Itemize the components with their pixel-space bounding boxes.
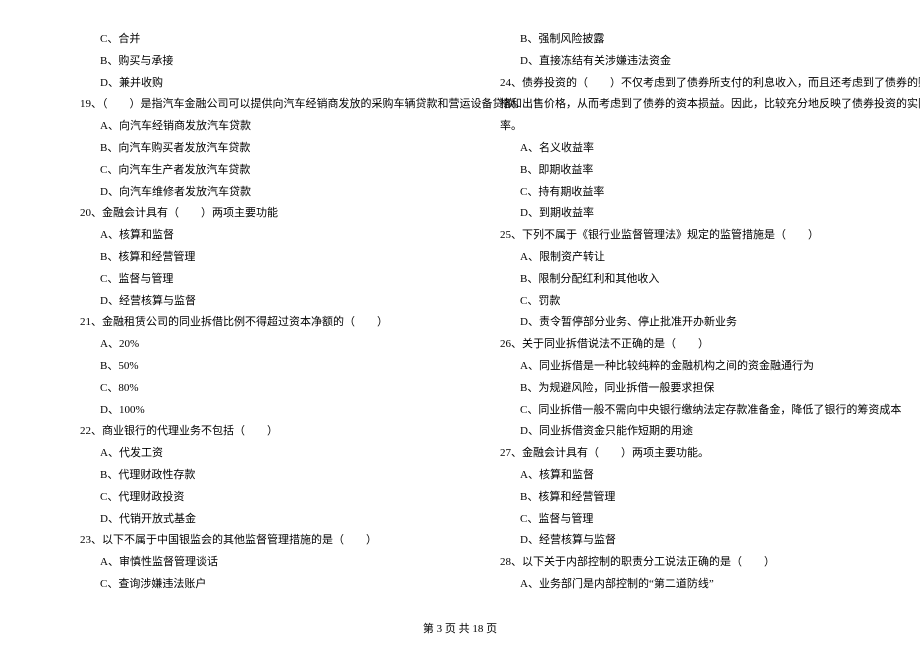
answer-option: B、代理财政性存款 [80, 466, 420, 486]
question-text: 19、（ ）是指汽车金融公司可以提供向汽车经销商发放的采购车辆贷款和营运设备贷款… [80, 95, 420, 115]
answer-option: D、直接冻结有关涉嫌违法资金 [500, 52, 880, 72]
answer-option: B、核算和经营管理 [80, 248, 420, 268]
answer-option: A、同业拆借是一种比较纯粹的金融机构之间的资金融通行为 [500, 357, 880, 377]
question-text: 22、商业银行的代理业务不包括（ ） [80, 422, 420, 442]
answer-option: A、代发工资 [80, 444, 420, 464]
answer-option: C、罚款 [500, 292, 880, 312]
answer-option: D、向汽车维修者发放汽车贷款 [80, 183, 420, 203]
answer-option: A、名义收益率 [500, 139, 880, 159]
answer-option: A、核算和监督 [500, 466, 880, 486]
question-text: 28、以下关于内部控制的职责分工说法正确的是（ ） [500, 553, 880, 573]
answer-option: D、兼并收购 [80, 74, 420, 94]
answer-option: D、100% [80, 401, 420, 421]
answer-option: B、为规避风险，同业拆借一般要求担保 [500, 379, 880, 399]
answer-option: D、经营核算与监督 [80, 292, 420, 312]
answer-option: C、持有期收益率 [500, 183, 880, 203]
left-column: C、合并B、购买与承接D、兼并收购19、（ ）是指汽车金融公司可以提供向汽车经销… [0, 30, 460, 610]
answer-option: C、向汽车生产者发放汽车贷款 [80, 161, 420, 181]
answer-option: B、强制风险披露 [500, 30, 880, 50]
answer-option: C、80% [80, 379, 420, 399]
answer-option: B、50% [80, 357, 420, 377]
answer-option: A、核算和监督 [80, 226, 420, 246]
answer-option: B、购买与承接 [80, 52, 420, 72]
answer-option: B、向汽车购买者发放汽车贷款 [80, 139, 420, 159]
answer-option: D、经营核算与监督 [500, 531, 880, 551]
answer-option: D、责令暂停部分业务、停止批准开办新业务 [500, 313, 880, 333]
answer-option: B、即期收益率 [500, 161, 880, 181]
answer-option: A、20% [80, 335, 420, 355]
question-text: 21、金融租赁公司的同业拆借比例不得超过资本净额的（ ） [80, 313, 420, 333]
page-number: 第 3 页 共 18 页 [0, 620, 920, 640]
answer-option: B、核算和经营管理 [500, 488, 880, 508]
answer-option: B、限制分配红利和其他收入 [500, 270, 880, 290]
question-text: 25、下列不属于《银行业监督管理法》规定的监管措施是（ ） [500, 226, 880, 246]
question-text: 格和出售价格，从而考虑到了债券的资本损益。因此，比较充分地反映了债券投资的实际收… [500, 95, 880, 115]
answer-option: D、同业拆借资金只能作短期的用途 [500, 422, 880, 442]
right-column: B、强制风险披露D、直接冻结有关涉嫌违法资金24、债券投资的（ ）不仅考虑到了债… [460, 30, 920, 610]
answer-option: D、到期收益率 [500, 204, 880, 224]
question-text: 26、关于同业拆借说法不正确的是（ ） [500, 335, 880, 355]
answer-option: C、合并 [80, 30, 420, 50]
question-text: 27、金融会计具有（ ）两项主要功能。 [500, 444, 880, 464]
question-text: 20、金融会计具有（ ）两项主要功能 [80, 204, 420, 224]
answer-option: D、代销开放式基金 [80, 510, 420, 530]
answer-option: A、限制资产转让 [500, 248, 880, 268]
page-container: C、合并B、购买与承接D、兼并收购19、（ ）是指汽车金融公司可以提供向汽车经销… [0, 30, 920, 610]
question-text: 23、以下不属于中国银监会的其他监督管理措施的是（ ） [80, 531, 420, 551]
answer-option: C、监督与管理 [80, 270, 420, 290]
answer-option: A、业务部门是内部控制的“第二道防线” [500, 575, 880, 595]
answer-option: A、向汽车经销商发放汽车贷款 [80, 117, 420, 137]
answer-option: A、审慎性监督管理谈话 [80, 553, 420, 573]
answer-option: C、同业拆借一般不需向中央银行缴纳法定存款准备金，降低了银行的筹资成本 [500, 401, 880, 421]
answer-option: C、查询涉嫌违法账户 [80, 575, 420, 595]
question-text: 率。 [500, 117, 880, 137]
answer-option: C、监督与管理 [500, 510, 880, 530]
answer-option: C、代理财政投资 [80, 488, 420, 508]
question-text: 24、债券投资的（ ）不仅考虑到了债券所支付的利息收入，而且还考虑到了债券的购买… [500, 74, 880, 94]
